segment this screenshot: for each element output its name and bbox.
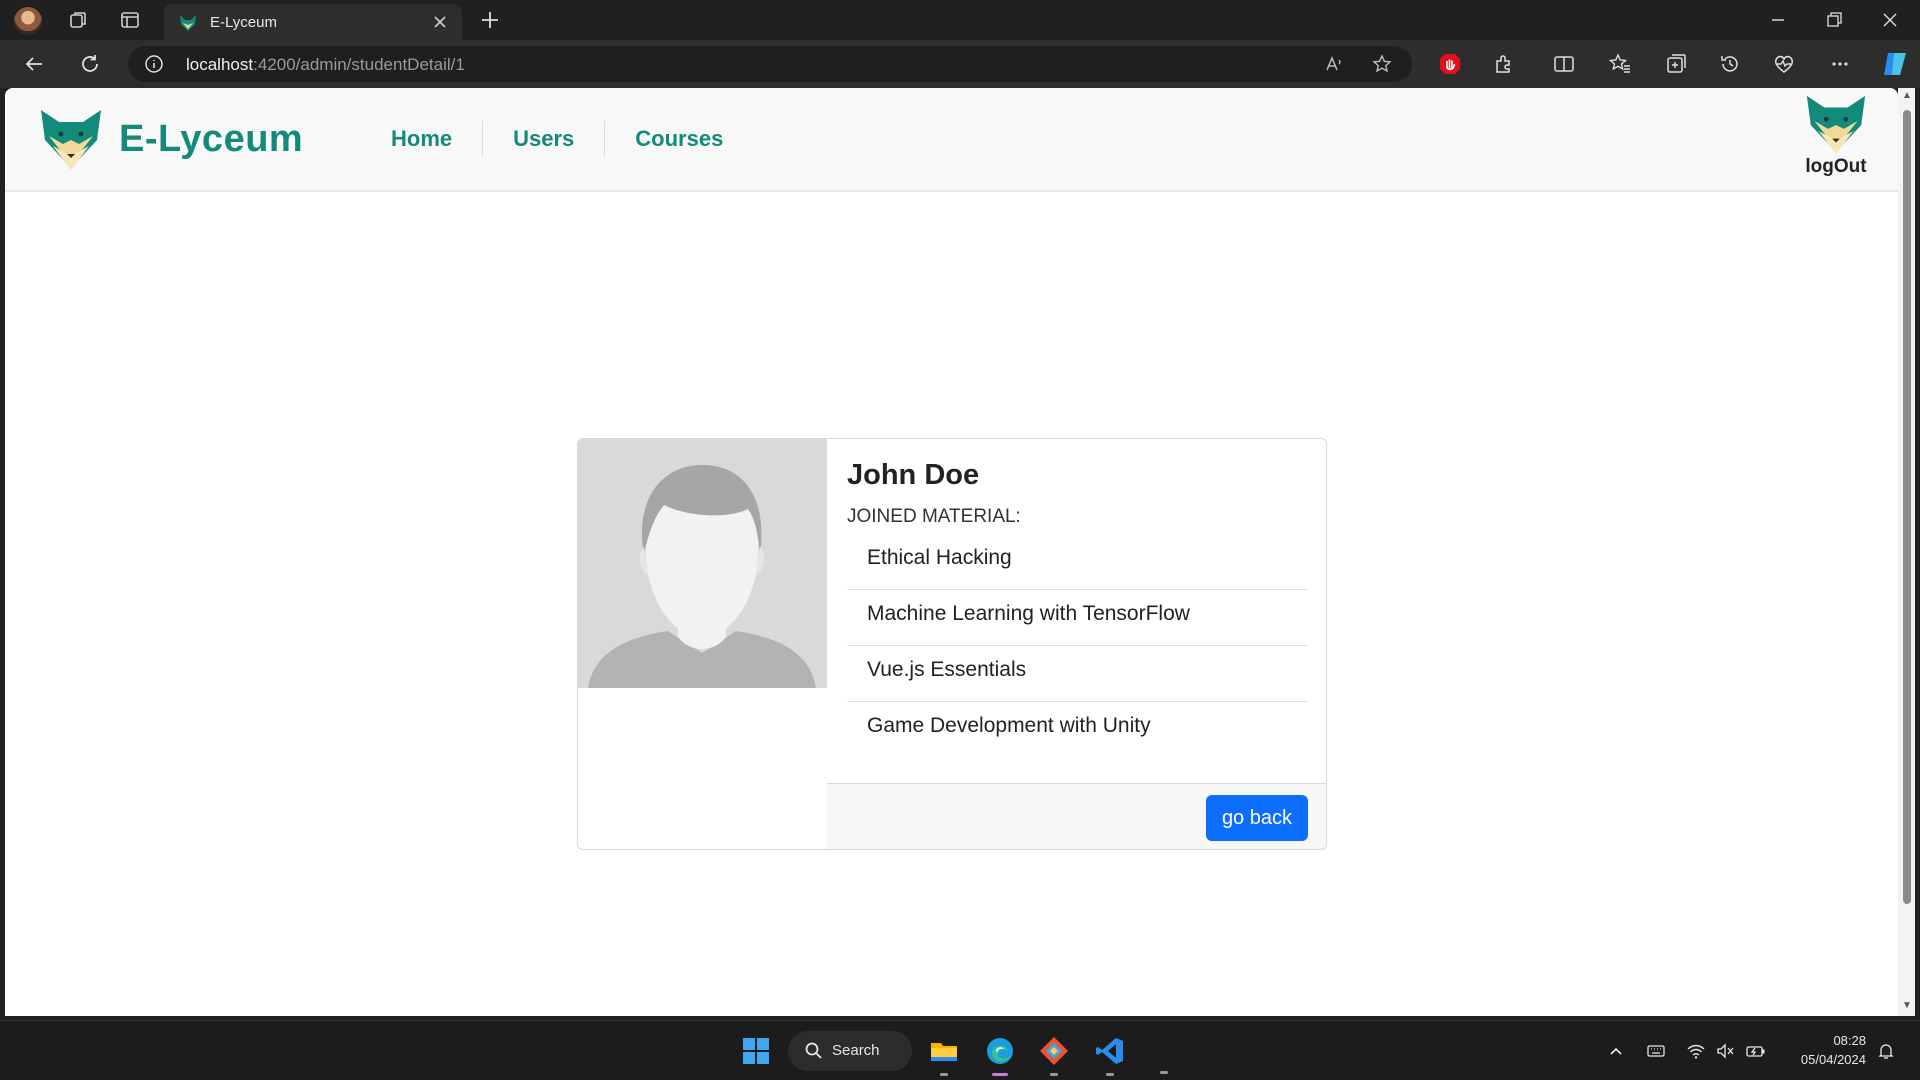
tab-e-lyceum[interactable]: E-Lyceum (164, 4, 462, 40)
favorites-icon[interactable] (1608, 52, 1632, 76)
joined-material-label: JOINED MATERIAL: (847, 506, 1021, 527)
scroll-up-icon[interactable]: ▲ (1901, 90, 1913, 102)
split-screen-icon[interactable] (1552, 52, 1576, 76)
minimize-icon[interactable] (1766, 8, 1790, 32)
student-card: John Doe JOINED MATERIAL: Ethical Hackin… (577, 438, 1327, 850)
student-avatar (578, 439, 827, 688)
back-icon[interactable] (22, 52, 46, 76)
volume-muted-icon[interactable] (1716, 1041, 1736, 1061)
tab-actions-icon[interactable] (118, 8, 142, 32)
student-details: John Doe JOINED MATERIAL: Ethical Hackin… (827, 439, 1326, 783)
browser-titlebar: E-Lyceum (0, 0, 1920, 40)
browser-navbar: localhost:4200/admin/studentDetail/1 (0, 40, 1920, 88)
close-tab-icon[interactable] (430, 12, 450, 32)
address-bar[interactable]: localhost:4200/admin/studentDetail/1 (128, 46, 1412, 82)
copilot-icon[interactable] (1880, 49, 1910, 79)
logout-label: logOut (1805, 156, 1867, 177)
edge-browser-icon[interactable] (984, 1035, 1016, 1067)
system-clock[interactable]: 08:28 05/04/2024 (1786, 1031, 1866, 1069)
page-scrollbar[interactable]: ▲ ▼ (1898, 88, 1915, 1016)
brand-name[interactable]: E-Lyceum (119, 118, 303, 161)
fox-logo-icon[interactable] (39, 106, 103, 174)
adblock-extension-icon[interactable] (1438, 52, 1462, 76)
nav-courses[interactable]: Courses (605, 121, 753, 157)
fox-logout-icon (1806, 95, 1866, 155)
url-host: localhost (186, 55, 254, 74)
workspaces-icon[interactable] (66, 8, 90, 32)
close-window-icon[interactable] (1878, 8, 1902, 32)
taskbar-search[interactable]: Search (788, 1031, 912, 1071)
windows-start-icon[interactable] (740, 1035, 772, 1067)
more-options-icon[interactable] (1828, 52, 1852, 76)
taskbar-overflow-indicator (1160, 1071, 1168, 1074)
keyboard-icon[interactable] (1646, 1041, 1666, 1061)
notification-bell-icon[interactable] (1876, 1041, 1896, 1061)
nav-users[interactable]: Users (483, 121, 606, 157)
history-icon[interactable] (1718, 52, 1742, 76)
list-item: Vue.js Essentials (847, 646, 1308, 702)
list-item: Ethical Hacking (847, 534, 1308, 590)
list-item: Game Development with Unity (867, 714, 1151, 737)
scroll-down-icon[interactable]: ▼ (1901, 1000, 1913, 1012)
site-info-icon[interactable] (144, 54, 164, 74)
search-icon (805, 1042, 822, 1059)
extensions-icon[interactable] (1492, 52, 1516, 76)
list-item: Machine Learning with TensorFlow (847, 590, 1308, 646)
tab-title: E-Lyceum (210, 14, 277, 31)
nav-home[interactable]: Home (361, 121, 484, 157)
refresh-icon[interactable] (78, 52, 102, 76)
vscode-icon[interactable] (1094, 1035, 1126, 1067)
git-tool-icon[interactable] (1038, 1035, 1070, 1067)
url-path: :4200/admin/studentDetail/1 (253, 55, 465, 74)
fox-favicon-icon (180, 15, 196, 31)
wifi-icon[interactable] (1686, 1041, 1706, 1061)
student-name: John Doe (847, 459, 980, 491)
show-hidden-icons-icon[interactable] (1606, 1041, 1626, 1061)
active-indicator (992, 1073, 1008, 1076)
windows-taskbar: Search 08:28 05/04/2024 (0, 1020, 1920, 1080)
main-nav: Home Users Courses (361, 118, 753, 160)
default-user-icon (578, 439, 827, 688)
battery-charging-icon[interactable] (1746, 1041, 1766, 1061)
read-aloud-icon[interactable] (1324, 54, 1344, 74)
site-header: E-Lyceum Home Users Courses logOut (5, 88, 1898, 192)
running-indicator (940, 1073, 948, 1076)
running-indicator (1050, 1073, 1058, 1076)
new-tab-icon[interactable] (478, 8, 502, 32)
logout-button[interactable]: logOut (1801, 92, 1871, 178)
collections-icon[interactable] (1664, 52, 1688, 76)
profile-avatar[interactable] (14, 7, 42, 35)
favorite-star-icon[interactable] (1372, 54, 1392, 74)
performance-icon[interactable] (1772, 52, 1796, 76)
page-viewport: E-Lyceum Home Users Courses logOut John … (5, 88, 1898, 1016)
card-footer: go back (827, 783, 1326, 849)
scroll-thumb[interactable] (1903, 110, 1911, 904)
file-explorer-icon[interactable] (928, 1035, 960, 1067)
restore-icon[interactable] (1822, 8, 1846, 32)
clock-time: 08:28 (1833, 1033, 1866, 1048)
clock-date: 05/04/2024 (1800, 1052, 1866, 1067)
materials-list: Ethical Hacking Machine Learning with Te… (847, 534, 1308, 758)
search-label: Search (832, 1042, 880, 1059)
go-back-button[interactable]: go back (1205, 795, 1308, 841)
url-text[interactable]: localhost:4200/admin/studentDetail/1 (186, 55, 465, 75)
running-indicator (1106, 1073, 1114, 1076)
